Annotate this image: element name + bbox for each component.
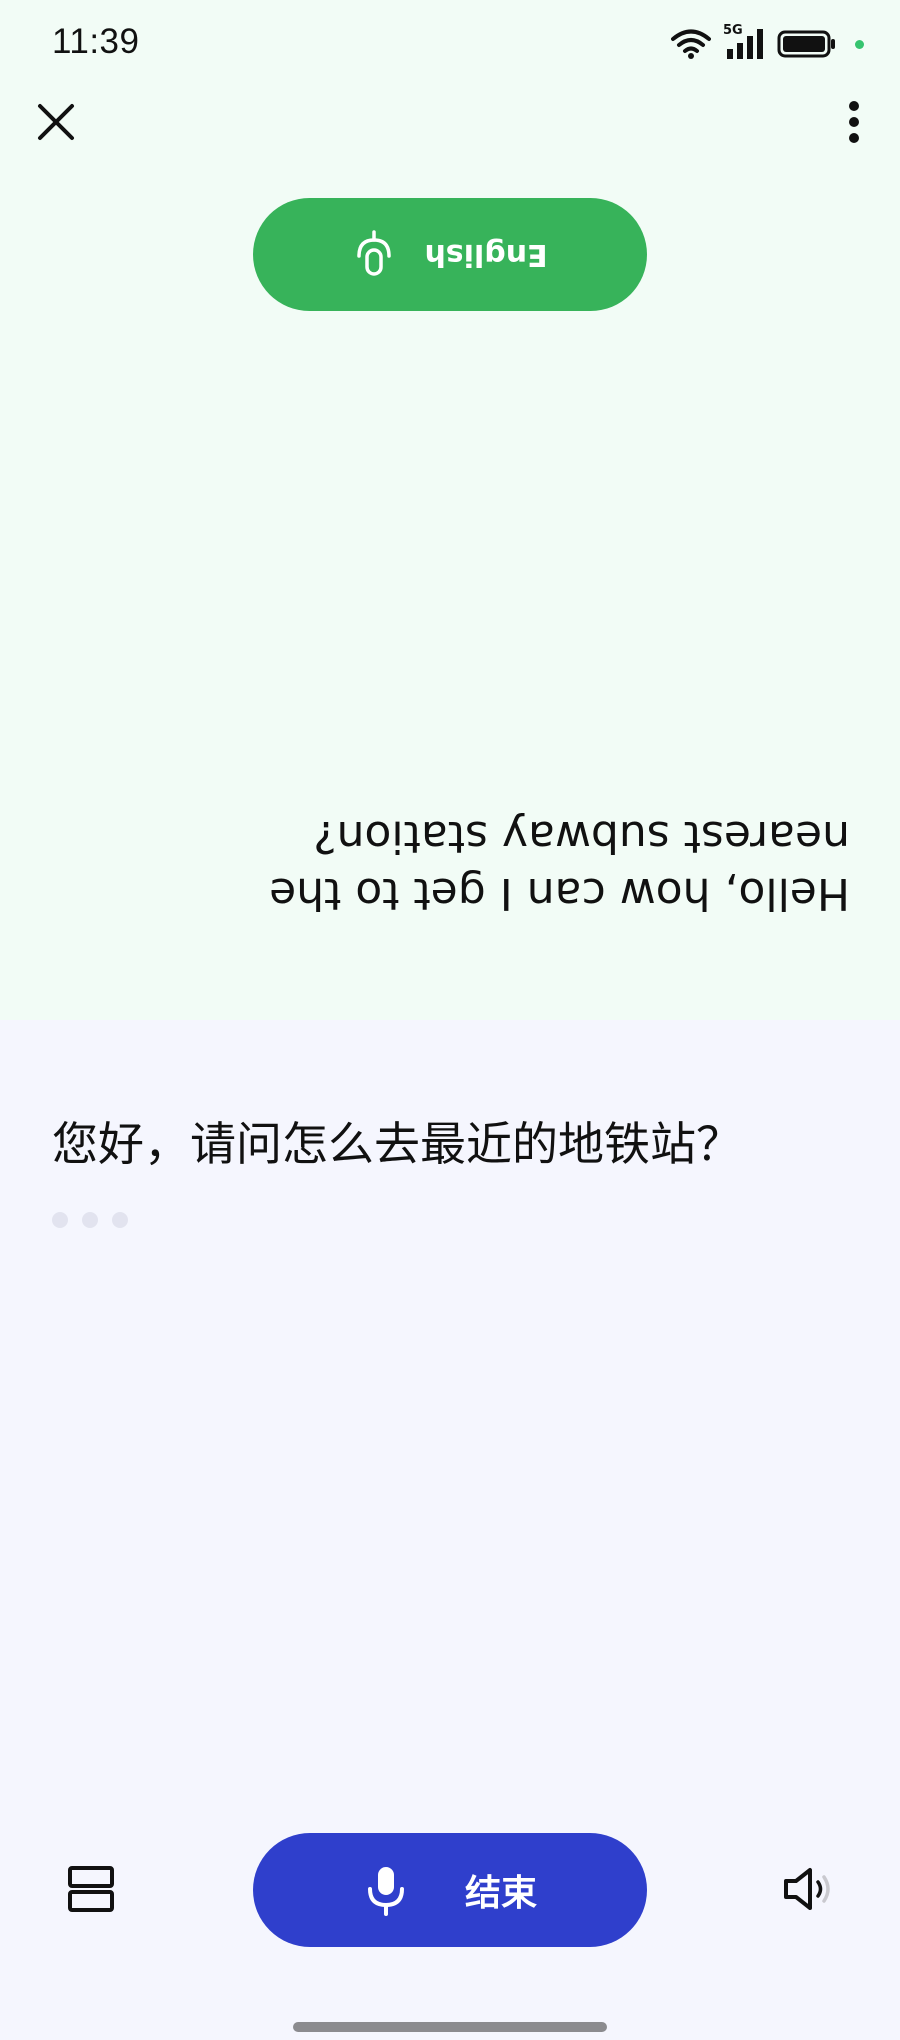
end-button[interactable]: 结束 bbox=[253, 1833, 647, 1947]
signal-5g-icon: 5G bbox=[723, 23, 765, 61]
status-icons: 5G bbox=[671, 23, 864, 64]
close-icon bbox=[38, 104, 74, 140]
status-time: 11:39 bbox=[52, 22, 140, 61]
home-indicator[interactable] bbox=[293, 2022, 607, 2032]
mic-icon bbox=[367, 1867, 404, 1916]
speaker-button[interactable] bbox=[782, 1866, 836, 1912]
battery-icon bbox=[777, 30, 835, 58]
loading-dots bbox=[52, 1212, 128, 1228]
loading-dot bbox=[52, 1212, 68, 1228]
english-language-label: English bbox=[424, 237, 548, 272]
status-indicator-dot bbox=[855, 39, 864, 49]
more-options-button[interactable] bbox=[836, 98, 872, 148]
status-bar: 11:39 5G bbox=[0, 0, 900, 90]
split-layout-icon bbox=[68, 1866, 114, 1912]
more-vertical-icon bbox=[849, 101, 859, 143]
english-source-text: Hello, how can I get to the nearest subw… bbox=[269, 811, 850, 919]
end-button-label: 结束 bbox=[464, 1873, 537, 1914]
wifi-icon bbox=[671, 29, 711, 59]
loading-dot bbox=[82, 1212, 98, 1228]
close-button[interactable] bbox=[32, 98, 80, 146]
chinese-translated-text: 您好，请问怎么去最近的地铁站？ bbox=[52, 1117, 742, 1171]
loading-dot bbox=[112, 1212, 128, 1228]
english-language-button[interactable]: English bbox=[253, 198, 647, 311]
mic-listening-icon bbox=[357, 230, 392, 277]
split-layout-button[interactable] bbox=[66, 1864, 116, 1914]
speaker-icon bbox=[784, 1868, 830, 1910]
